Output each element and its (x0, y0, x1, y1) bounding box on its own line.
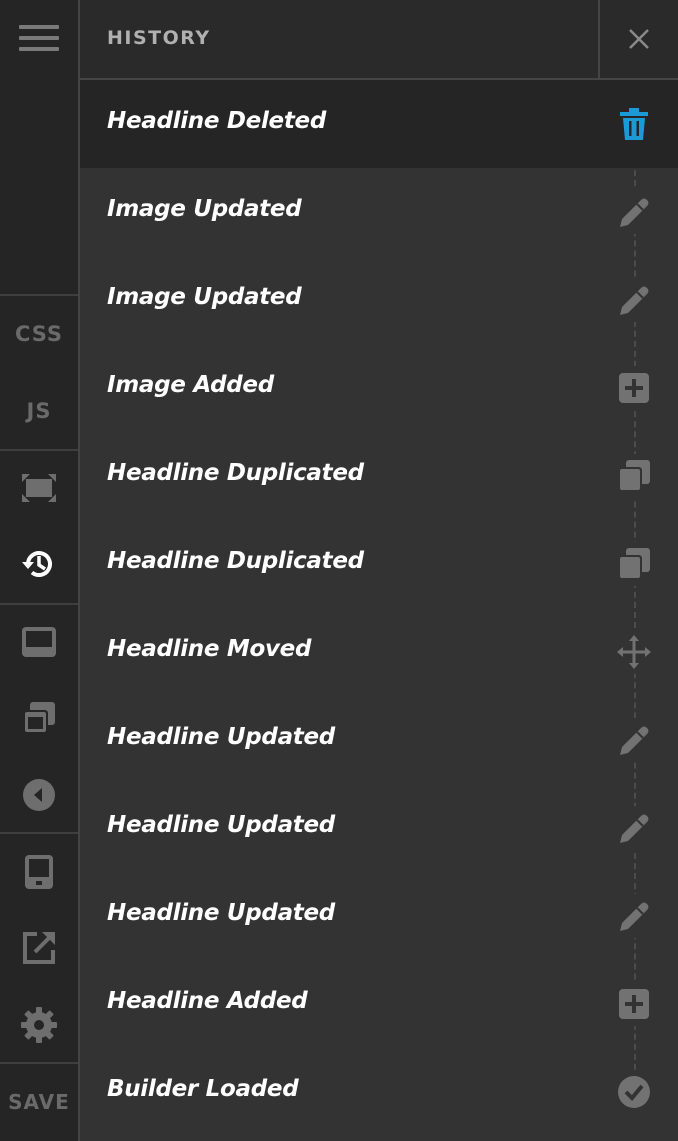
footer-bar-icon (22, 627, 56, 657)
history-item[interactable]: Headline Updated (80, 696, 678, 784)
history-item[interactable]: Headline Duplicated (80, 520, 678, 608)
history-item[interactable]: Image Updated (80, 256, 678, 344)
external-link-icon (23, 932, 55, 964)
history-item[interactable]: Headline Updated (80, 872, 678, 960)
history-item-label: Headline Duplicated (107, 460, 364, 486)
history-item[interactable]: Headline Deleted (80, 80, 678, 168)
responsive-resize-button[interactable] (0, 458, 78, 518)
check-circle-icon (612, 1070, 656, 1114)
pencil-icon (612, 190, 656, 234)
history-item-label: Builder Loaded (107, 1076, 299, 1102)
collapse-left-icon (23, 779, 55, 811)
mobile-preview-icon (25, 855, 53, 889)
history-item-label: Image Updated (107, 284, 302, 310)
history-item[interactable]: Headline Moved (80, 608, 678, 696)
history-item-label: Image Added (107, 372, 274, 398)
pencil-icon (612, 894, 656, 938)
history-item[interactable]: Builder Loaded (80, 1048, 678, 1136)
pencil-icon (612, 806, 656, 850)
duplicate-icon (612, 454, 656, 498)
history-item-label: Headline Moved (107, 636, 312, 662)
footer-panel-button[interactable] (0, 612, 78, 672)
panel-title: HISTORY (107, 27, 211, 49)
gear-icon (21, 1007, 57, 1043)
toolbar-divider (0, 832, 78, 834)
history-item[interactable]: Image Added (80, 344, 678, 432)
save-label: SAVE (8, 1090, 70, 1114)
settings-button[interactable] (0, 995, 78, 1055)
css-button[interactable]: CSS (0, 304, 78, 364)
history-icon (22, 551, 52, 577)
history-item-label: Headline Added (107, 988, 308, 1014)
history-panel: HISTORY Headline Deleted Image Updated Ima… (80, 0, 678, 1141)
history-item[interactable]: Headline Updated (80, 784, 678, 872)
plus-square-icon (612, 366, 656, 410)
js-button[interactable]: JS (0, 381, 78, 441)
duplicate-windows-icon (23, 702, 55, 734)
history-item-label: Headline Updated (107, 724, 335, 750)
preview-external-button[interactable] (0, 918, 78, 978)
history-item-label: Headline Updated (107, 812, 335, 838)
close-icon (629, 29, 649, 49)
toolbar-divider (0, 603, 78, 605)
move-icon (612, 630, 656, 674)
hamburger-icon (19, 25, 59, 51)
toolbar-divider (0, 1062, 78, 1064)
js-label: JS (26, 399, 52, 423)
duplicate-icon (612, 542, 656, 586)
history-item[interactable]: Headline Duplicated (80, 432, 678, 520)
saved-templates-button[interactable] (0, 688, 78, 748)
collapse-panel-button[interactable] (0, 765, 78, 825)
mobile-preview-button[interactable] (0, 842, 78, 902)
history-item-label: Image Updated (107, 196, 302, 222)
css-label: CSS (14, 322, 64, 346)
save-button[interactable]: SAVE (0, 1072, 78, 1132)
toolbar-divider (0, 449, 78, 451)
pencil-icon (612, 718, 656, 762)
history-item[interactable]: Image Updated (80, 168, 678, 256)
resize-icon (22, 474, 56, 502)
history-item-label: Headline Duplicated (107, 548, 364, 574)
close-button[interactable] (598, 0, 678, 78)
trash-icon (612, 102, 656, 146)
history-item-label: Headline Deleted (107, 108, 327, 134)
hamburger-menu-button[interactable] (0, 8, 78, 68)
pencil-icon (612, 278, 656, 322)
left-toolbar: CSS JS SAVE (0, 0, 80, 1141)
history-item[interactable]: Headline Added (80, 960, 678, 1048)
toolbar-divider (0, 294, 78, 296)
history-button[interactable] (0, 534, 78, 594)
history-item-label: Headline Updated (107, 900, 335, 926)
panel-header: HISTORY (80, 0, 678, 80)
plus-square-icon (612, 982, 656, 1026)
